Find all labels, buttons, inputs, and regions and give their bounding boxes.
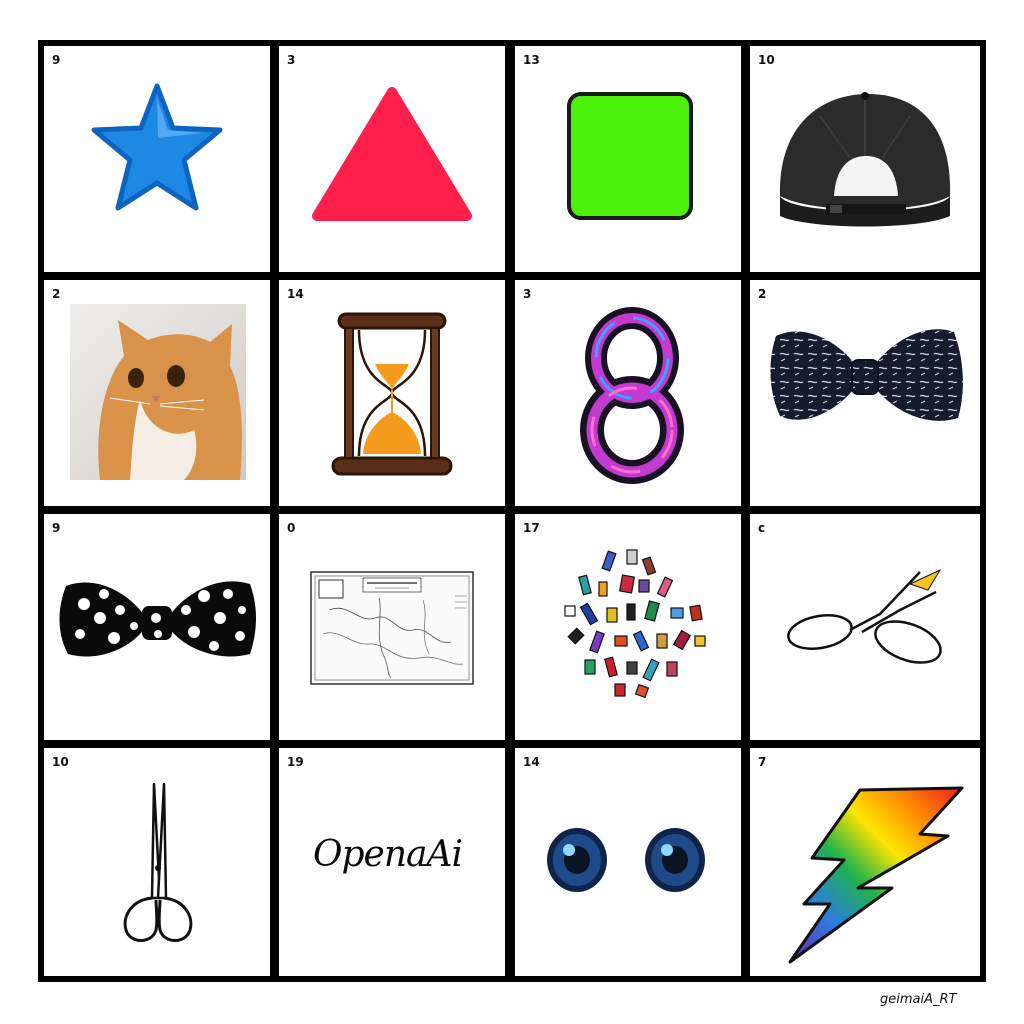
grid-cell-15: 14 bbox=[515, 748, 741, 976]
hourglass-icon bbox=[331, 312, 453, 476]
handwritten-text: OpenaAi bbox=[313, 834, 463, 875]
green-square-icon bbox=[567, 92, 693, 220]
polka-dot-bow-tie-icon bbox=[59, 581, 256, 657]
scissors-icon bbox=[123, 782, 193, 942]
grid-cell-3: 13 bbox=[515, 46, 741, 272]
grid-cell-16: 7 bbox=[750, 748, 980, 976]
grid-cell-6: 14 bbox=[279, 280, 505, 506]
baseball-cap-icon bbox=[779, 92, 951, 227]
scattered-objects-icon bbox=[564, 549, 706, 699]
grid-cell-7: 3 bbox=[515, 280, 741, 506]
grid-cell-4: 10 bbox=[750, 46, 980, 272]
image-grid: 9 3 13 10 2 14 3 2 9 0 17 c 10 19 OpenaA… bbox=[38, 40, 986, 982]
signature: geimaiA_RT bbox=[880, 992, 957, 1007]
open-scissors-icon bbox=[787, 568, 942, 664]
figure-eight-icon bbox=[580, 307, 684, 484]
grid-cell-13: 10 bbox=[44, 748, 270, 976]
rainbow-lightning-icon bbox=[788, 786, 964, 964]
grid-cell-9: 9 bbox=[44, 514, 270, 740]
patterned-bow-tie-icon bbox=[770, 329, 963, 421]
grid-cell-12: c bbox=[750, 514, 980, 740]
grid-cell-14: 19 OpenaAi bbox=[279, 748, 505, 976]
red-triangle-icon bbox=[312, 87, 472, 221]
cell-number: 19 bbox=[287, 755, 304, 769]
grid-cell-10: 0 bbox=[279, 514, 505, 740]
grid-cell-2: 3 bbox=[279, 46, 505, 272]
blue-star-icon bbox=[91, 83, 223, 211]
grid-cell-1: 9 bbox=[44, 46, 270, 272]
map-icon bbox=[310, 571, 474, 685]
grid-cell-8: 2 bbox=[750, 280, 980, 506]
cat-photo bbox=[70, 304, 246, 480]
eyes-icon bbox=[547, 828, 705, 892]
grid-cell-11: 17 bbox=[515, 514, 741, 740]
grid-cell-5: 2 bbox=[44, 280, 270, 506]
